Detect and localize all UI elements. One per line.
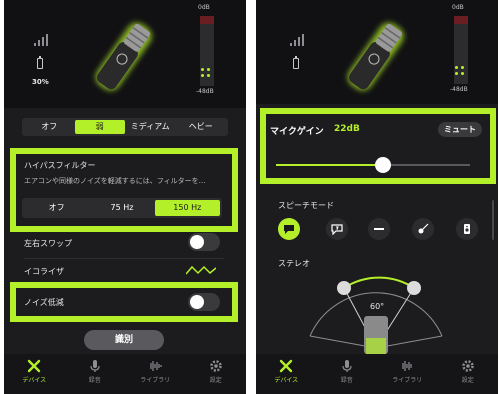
tab-label: デバイス bbox=[22, 377, 47, 384]
flat-line-icon[interactable] bbox=[368, 218, 390, 240]
speech-mode-label: スピーチモード bbox=[278, 201, 334, 210]
meter-bottom-label: -48dB bbox=[450, 86, 468, 93]
eq-curve-icon[interactable] bbox=[186, 264, 216, 276]
highpass-segment: オフ 75 Hz 150 Hz bbox=[22, 198, 222, 218]
meter-top-label: 0dB bbox=[452, 4, 464, 11]
noise-reduction-label: ノイズ低減 bbox=[24, 298, 64, 307]
stereo-angle-value: 60° bbox=[370, 302, 385, 311]
waveform-icon bbox=[150, 361, 162, 371]
microphone-icon bbox=[90, 360, 100, 372]
speaker-icon[interactable] bbox=[456, 218, 478, 240]
meter-peak-zone bbox=[454, 16, 468, 24]
battery-percent: 30% bbox=[32, 78, 49, 86]
meter-bottom-label: -48dB bbox=[196, 88, 214, 95]
highpass-75hz[interactable]: 75 Hz bbox=[89, 200, 154, 216]
tab-label: 録音 bbox=[88, 377, 101, 384]
segment-off[interactable]: オフ bbox=[24, 120, 75, 134]
tools-icon bbox=[280, 359, 293, 373]
speech-bubble-icon[interactable] bbox=[278, 218, 300, 240]
gear-icon bbox=[462, 360, 474, 372]
stereo-label: ステレオ bbox=[278, 259, 310, 268]
identify-button[interactable]: 識別 bbox=[84, 330, 164, 350]
lr-swap-label: 左右スワップ bbox=[24, 239, 72, 248]
mic-gain-value: 22dB bbox=[334, 124, 360, 134]
microphone-icon bbox=[342, 360, 352, 372]
highpass-title: ハイパスフィルター bbox=[24, 161, 96, 170]
highpass-off[interactable]: オフ bbox=[24, 200, 89, 216]
right-screen: 0dB -48dB マイクゲイン 22dB ミュート スピーチモード ステレオ bbox=[256, 0, 498, 394]
tab-label: 設定 bbox=[461, 377, 474, 384]
mic-gain-label: マイクゲイン bbox=[270, 127, 324, 137]
guitar-icon[interactable] bbox=[412, 218, 434, 240]
battery-icon bbox=[293, 56, 299, 69]
noise-reduction-toggle[interactable] bbox=[188, 293, 220, 311]
tab-settings[interactable]: 設定 bbox=[438, 354, 499, 394]
tab-devices[interactable]: デバイス bbox=[4, 354, 65, 394]
gear-icon bbox=[210, 360, 222, 372]
noise-filter-segment: オフ 弱 ミディアム ヘビー bbox=[22, 118, 228, 136]
meter-top-label: 0dB bbox=[198, 4, 210, 11]
meter-peak-zone bbox=[200, 16, 214, 24]
tab-label: 設定 bbox=[209, 377, 222, 384]
tab-label: ライブラリ bbox=[392, 377, 423, 384]
scrollbar[interactable] bbox=[492, 200, 494, 240]
mute-button[interactable]: ミュート bbox=[438, 122, 482, 137]
wireless-mic-image bbox=[95, 22, 152, 91]
tab-library[interactable]: ライブラリ bbox=[125, 354, 186, 394]
tab-label: ライブラリ bbox=[140, 377, 171, 384]
segment-weak[interactable]: 弱 bbox=[74, 120, 125, 134]
stereo-right-handle[interactable] bbox=[407, 281, 421, 295]
speech-bubble-alt-icon[interactable] bbox=[326, 218, 348, 240]
tab-bar: デバイス 録音 ライブラリ 設定 bbox=[256, 354, 498, 394]
tab-devices[interactable]: デバイス bbox=[256, 354, 317, 394]
meter-level-dots bbox=[455, 66, 464, 75]
mic-gain-highlight bbox=[260, 108, 496, 184]
stereo-left-handle[interactable] bbox=[337, 281, 351, 295]
signal-strength-icon bbox=[34, 34, 48, 46]
gain-slider-fill bbox=[276, 164, 383, 166]
eq-label: イコライザ bbox=[24, 267, 64, 276]
tab-label: 録音 bbox=[340, 377, 353, 384]
tab-library[interactable]: ライブラリ bbox=[377, 354, 438, 394]
left-screen: 30% 0dB -48dB オフ 弱 ミディアム ヘビー ハイパスフィルター エ… bbox=[4, 0, 246, 394]
highpass-150hz[interactable]: 150 Hz bbox=[154, 200, 220, 216]
tab-label: デバイス bbox=[274, 377, 299, 384]
segment-heavy[interactable]: ヘビー bbox=[176, 120, 227, 134]
tab-bar: デバイス 録音 ライブラリ 設定 bbox=[4, 354, 246, 394]
gain-slider-knob[interactable] bbox=[374, 157, 391, 173]
signal-strength-icon bbox=[290, 34, 304, 46]
tab-record[interactable]: 録音 bbox=[65, 354, 126, 394]
tab-settings[interactable]: 設定 bbox=[186, 354, 247, 394]
highpass-description: エアコンや同様のノイズを軽減するには、フィルターを… bbox=[24, 177, 206, 185]
tools-icon bbox=[28, 359, 41, 373]
waveform-icon bbox=[402, 361, 412, 371]
tab-record[interactable]: 録音 bbox=[317, 354, 378, 394]
wireless-mic-image bbox=[347, 22, 404, 91]
lr-swap-toggle[interactable] bbox=[188, 233, 220, 251]
divider bbox=[24, 258, 224, 259]
battery-icon bbox=[37, 56, 43, 69]
segment-medium[interactable]: ミディアム bbox=[125, 120, 176, 134]
stereo-width-diagram bbox=[309, 276, 443, 354]
meter-level-dots bbox=[201, 68, 210, 77]
